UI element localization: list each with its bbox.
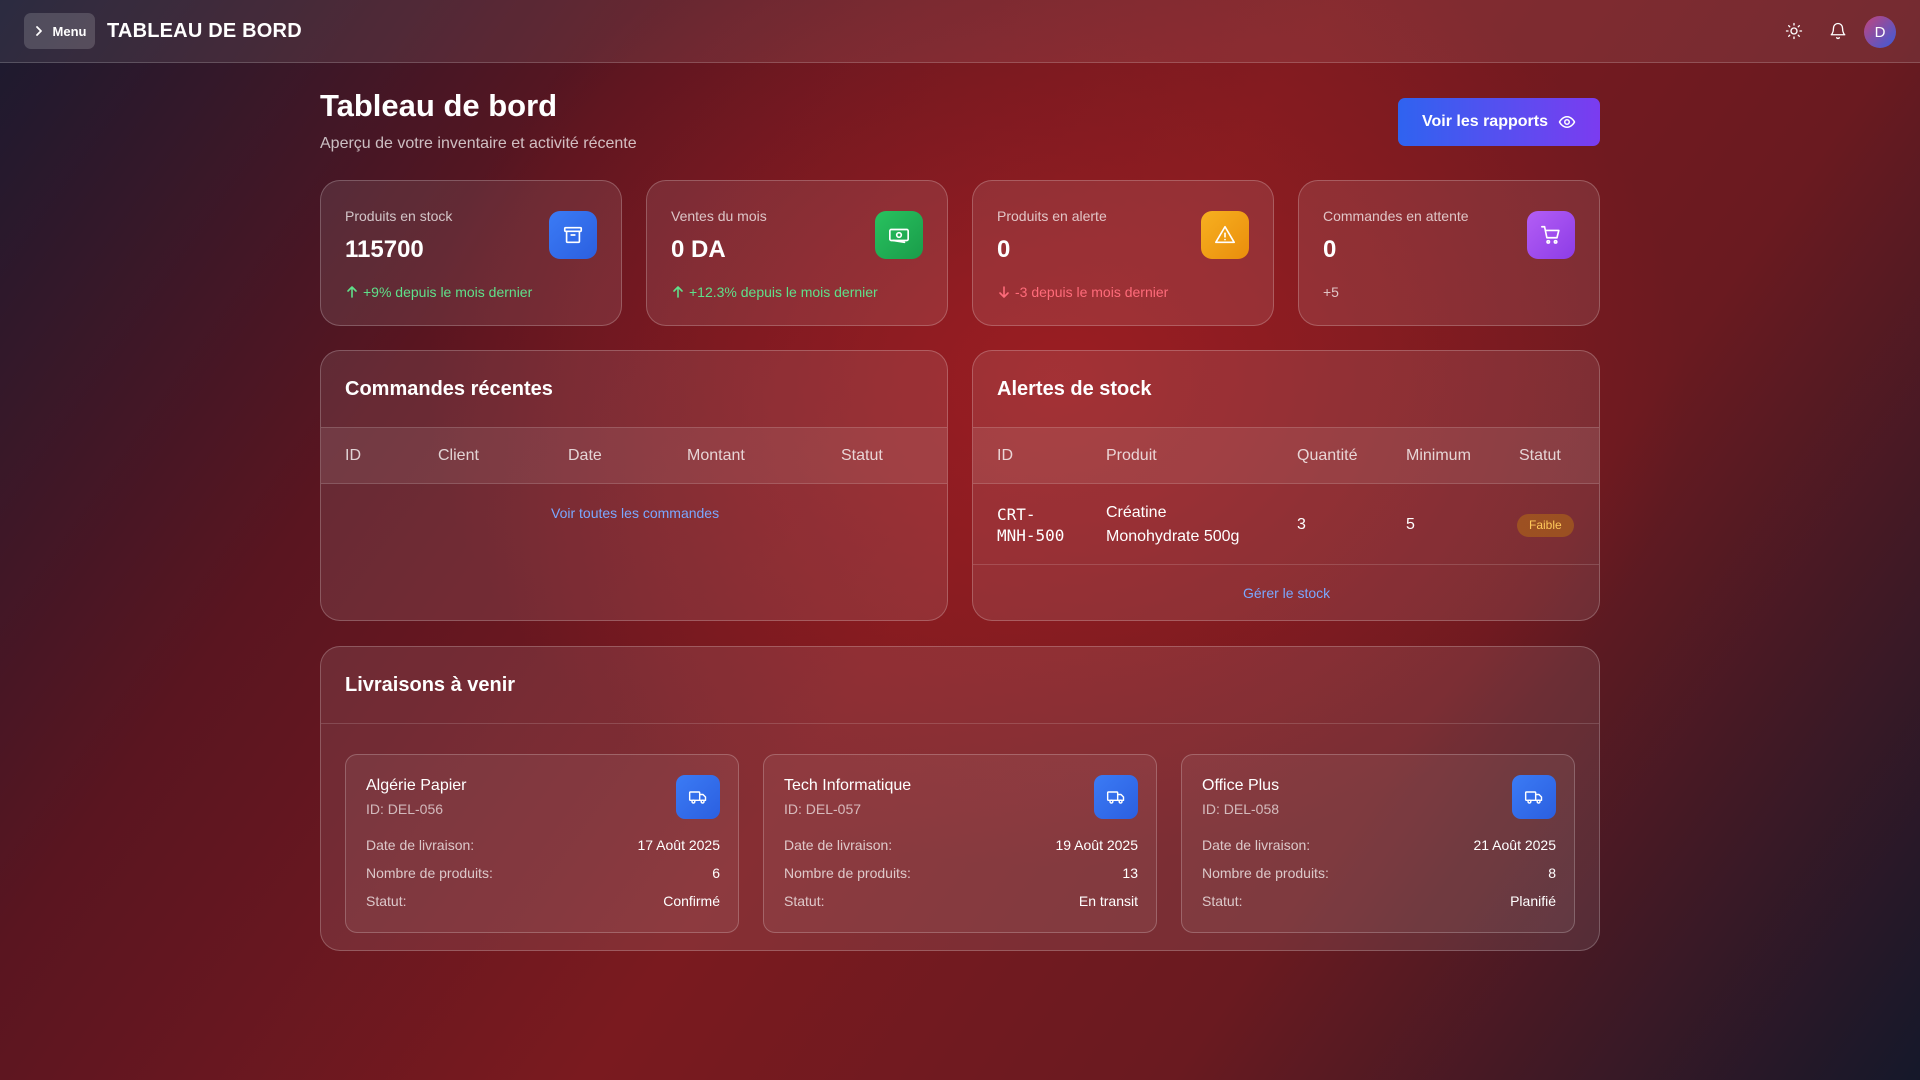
sun-icon <box>1785 22 1803 40</box>
panel-divider <box>321 723 1599 724</box>
column-header: Statut <box>841 447 883 464</box>
stat-value: 0 <box>1323 236 1337 263</box>
view-reports-button[interactable]: Voir les rapports <box>1398 98 1600 146</box>
column-header: ID <box>345 447 361 464</box>
delivery-status-row: Statut: En transit <box>784 893 1138 909</box>
orders-table-header: ID Client Date Montant Statut <box>321 427 947 484</box>
stat-card-sales: Ventes du mois 0 DA +12.3% depuis le moi… <box>646 180 948 326</box>
column-header: ID <box>997 447 1013 464</box>
column-header: Statut <box>1519 447 1561 464</box>
stat-trend: +5 <box>1323 284 1339 300</box>
stat-label: Commandes en attente <box>1323 208 1469 224</box>
avatar-initial: D <box>1874 23 1886 41</box>
stat-value: 115700 <box>345 236 424 263</box>
delivery-status-row: Statut: Confirmé <box>366 893 720 909</box>
status-badge: Faible <box>1517 514 1574 537</box>
alert-quantity: 3 <box>1297 516 1306 533</box>
stat-card-pending-orders: Commandes en attente 0 +5 <box>1298 180 1600 326</box>
stock-alerts-panel: Alertes de stock ID Produit Quantité Min… <box>972 350 1600 621</box>
truck-icon <box>1512 775 1556 819</box>
stat-value: 0 <box>997 236 1011 263</box>
menu-button[interactable]: Menu <box>24 13 95 49</box>
recent-orders-panel: Commandes récentes ID Client Date Montan… <box>320 350 948 621</box>
column-header: Produit <box>1106 447 1157 464</box>
delivery-date-row: Date de livraison: 17 Août 2025 <box>366 837 720 853</box>
stat-trend: -3 depuis le mois dernier <box>997 284 1168 300</box>
delivery-date-row: Date de livraison: 21 Août 2025 <box>1202 837 1556 853</box>
truck-icon <box>676 775 720 819</box>
stat-trend: +9% depuis le mois dernier <box>345 284 532 300</box>
column-header: Montant <box>687 447 745 464</box>
bell-icon <box>1830 22 1846 40</box>
row-divider <box>973 564 1599 565</box>
money-icon <box>875 211 923 259</box>
alert-product: Créatine Monohydrate 500g <box>1106 504 1240 545</box>
app-title: TABLEAU DE BORD <box>107 20 302 42</box>
stock-alerts-title: Alertes de stock <box>997 378 1152 400</box>
stat-card-stock: Produits en stock 115700 +9% depuis le m… <box>320 180 622 326</box>
stat-label: Ventes du mois <box>671 208 767 224</box>
stat-label: Produits en stock <box>345 208 453 224</box>
alert-minimum: 5 <box>1406 516 1415 533</box>
delivery-date-row: Date de livraison: 19 Août 2025 <box>784 837 1138 853</box>
view-all-orders-link[interactable]: Voir toutes les commandes <box>551 505 719 521</box>
warning-icon <box>1201 211 1249 259</box>
delivery-card[interactable]: Tech Informatique ID: DEL-057 Date de li… <box>763 754 1157 933</box>
arrow-up-icon <box>673 286 683 298</box>
delivery-id: ID: DEL-058 <box>1202 801 1280 817</box>
alert-id: CRT- MNH-500 <box>997 505 1065 545</box>
delivery-card[interactable]: Office Plus ID: DEL-058 Date de livraiso… <box>1181 754 1575 933</box>
truck-icon <box>1094 775 1138 819</box>
manage-stock-link[interactable]: Gérer le stock <box>1243 585 1330 601</box>
column-header: Date <box>568 447 602 464</box>
delivery-id: ID: DEL-056 <box>366 801 444 817</box>
deliveries-title: Livraisons à venir <box>345 674 516 696</box>
delivery-count-row: Nombre de produits: 13 <box>784 865 1138 881</box>
recent-orders-title: Commandes récentes <box>345 378 553 400</box>
delivery-status-row: Statut: Planifié <box>1202 893 1556 909</box>
avatar[interactable]: D <box>1864 16 1896 48</box>
arrow-down-icon <box>999 286 1009 298</box>
top-bar: Menu TABLEAU DE BORD D <box>0 0 1920 63</box>
cart-icon <box>1527 211 1575 259</box>
archive-icon <box>549 211 597 259</box>
delivery-card[interactable]: Algérie Papier ID: DEL-056 Date de livra… <box>345 754 739 933</box>
alerts-table-header: ID Produit Quantité Minimum Statut <box>973 427 1599 484</box>
view-reports-label: Voir les rapports <box>1422 113 1548 130</box>
stat-trend: +12.3% depuis le mois dernier <box>671 284 878 300</box>
supplier-name: Tech Informatique <box>784 777 912 794</box>
stat-label: Produits en alerte <box>997 208 1107 224</box>
eye-icon <box>1558 116 1576 128</box>
upcoming-deliveries-panel: Livraisons à venir Algérie Papier ID: DE… <box>320 646 1600 951</box>
page-subtitle: Aperçu de votre inventaire et activité r… <box>320 135 637 152</box>
column-header: Quantité <box>1297 447 1358 464</box>
page-title: Tableau de bord <box>320 88 558 123</box>
delivery-count-row: Nombre de produits: 6 <box>366 865 720 881</box>
menu-label: Menu <box>52 23 87 39</box>
column-header: Client <box>438 447 479 464</box>
stat-card-alerts: Produits en alerte 0 -3 depuis le mois d… <box>972 180 1274 326</box>
delivery-count-row: Nombre de produits: 8 <box>1202 865 1556 881</box>
chevron-right-icon <box>35 26 42 36</box>
supplier-name: Office Plus <box>1202 777 1280 794</box>
notifications-button[interactable] <box>1827 20 1849 42</box>
theme-toggle-button[interactable] <box>1783 20 1805 42</box>
arrow-up-icon <box>347 286 357 298</box>
column-header: Minimum <box>1406 447 1471 464</box>
delivery-id: ID: DEL-057 <box>784 801 862 817</box>
supplier-name: Algérie Papier <box>366 777 467 794</box>
stat-value: 0 DA <box>671 236 726 263</box>
